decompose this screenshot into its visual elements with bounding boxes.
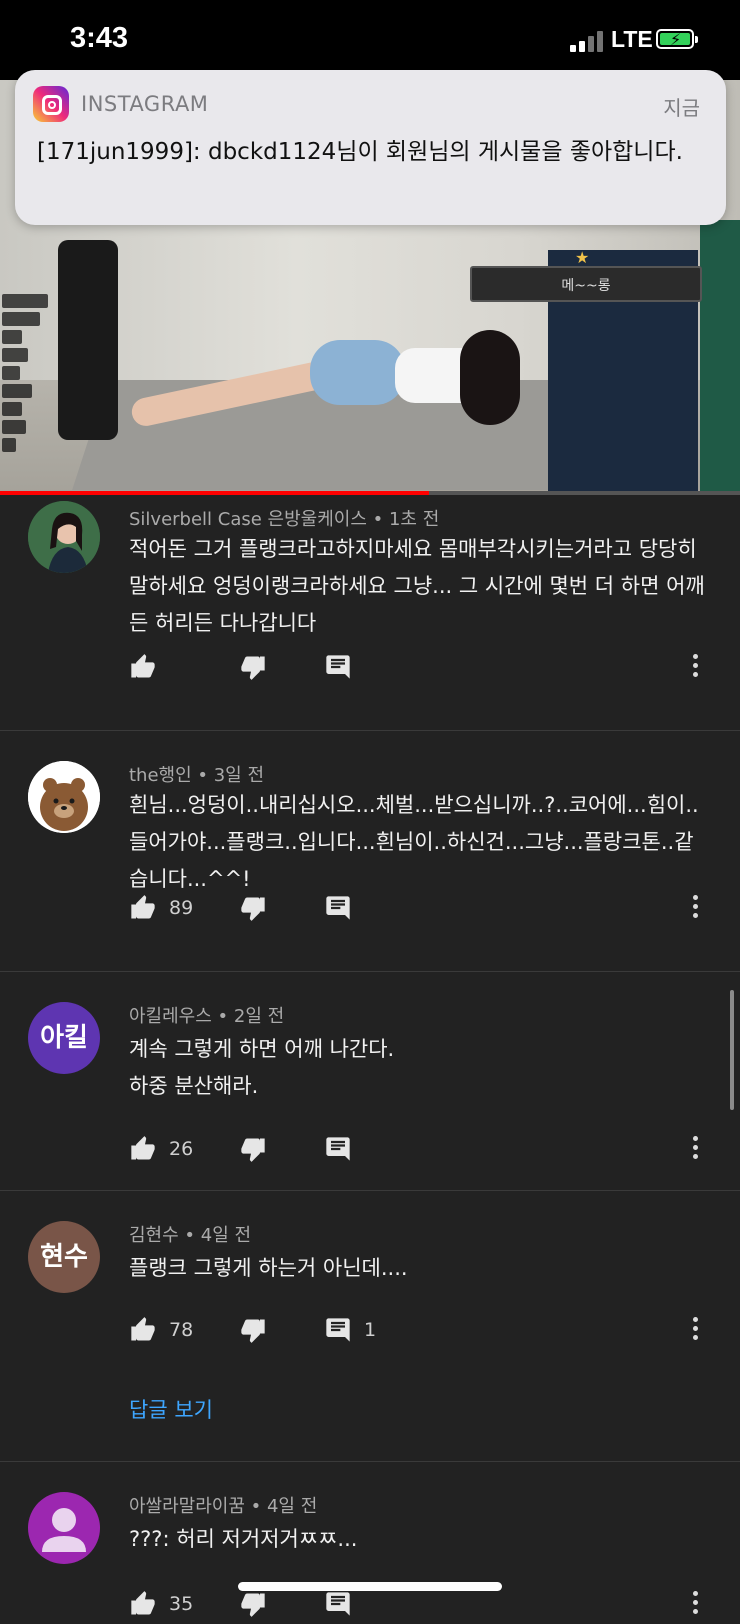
- thumbs-down-icon: [241, 1593, 265, 1617]
- like-button[interactable]: [129, 647, 169, 687]
- comment-author[interactable]: 아킬레우스: [129, 1006, 212, 1027]
- comment-meta: 김현수 • 4일 전: [129, 1225, 252, 1246]
- thumbs-down-icon: [241, 1319, 265, 1343]
- stream-chat-overlay: [2, 290, 50, 490]
- comment-author[interactable]: the행인: [129, 765, 192, 786]
- comment-item: 현수 김현수 • 4일 전 플랭크 그렇게 하는거 아닌데.... 78 1 답…: [0, 1191, 740, 1461]
- comment-time: 4일 전: [266, 1496, 318, 1517]
- reply-icon: [326, 896, 350, 920]
- like-count: 89: [169, 897, 194, 919]
- comment-text: 플랭크 그렇게 하는거 아닌데....: [129, 1256, 408, 1280]
- notification-message: [171jun1999]: dbckd1124님이 회원님의 게시물을 좋아합니…: [37, 139, 683, 165]
- notification-app-name: INSTAGRAM: [81, 92, 209, 116]
- reply-button[interactable]: [324, 1129, 364, 1169]
- more-vert-icon[interactable]: [690, 651, 700, 683]
- dislike-button[interactable]: [239, 1310, 267, 1350]
- star-icon: ★: [575, 248, 590, 267]
- dislike-button[interactable]: [239, 888, 267, 928]
- avatar[interactable]: [28, 761, 100, 833]
- reply-button[interactable]: [324, 888, 364, 928]
- avatar[interactable]: 현수: [28, 1221, 100, 1293]
- charging-bolt-icon: ⚡: [670, 30, 682, 49]
- view-replies-link[interactable]: 답글 보기: [129, 1394, 213, 1424]
- dislike-button[interactable]: [239, 647, 267, 687]
- reply-icon: [326, 1318, 350, 1342]
- reply-icon: [326, 1592, 350, 1616]
- comment-item: 아쌀라말라이꿈 • 4일 전 ???: 허리 저거저거ㅉㅉ... 35: [0, 1462, 740, 1617]
- reply-button[interactable]: 1: [324, 1310, 376, 1350]
- avatar[interactable]: [28, 1492, 100, 1564]
- more-vert-icon[interactable]: [690, 892, 700, 924]
- name-plate: 메~~롱: [470, 266, 702, 302]
- like-button[interactable]: 89: [129, 888, 193, 928]
- comment-item: the행인 • 3일 전 흰님...엉덩이..내리십시오...체벌...받으십니…: [0, 731, 740, 971]
- like-button[interactable]: 35: [129, 1584, 193, 1624]
- reply-icon: [326, 1137, 350, 1161]
- avatar[interactable]: 아킬: [28, 1002, 100, 1074]
- instagram-notification[interactable]: INSTAGRAM 지금 [171jun1999]: dbckd1124님이 회…: [15, 70, 726, 225]
- thumbs-up-icon: [131, 895, 155, 919]
- like-count: 26: [169, 1138, 194, 1160]
- signal-icon: [570, 30, 604, 52]
- reply-icon: [326, 655, 350, 679]
- comment-text: 계속 그렇게 하면 어깨 나간다. 하중 분산해라.: [129, 1031, 709, 1105]
- comment-actions: 26: [129, 1129, 729, 1169]
- thumbs-down-icon: [241, 897, 265, 921]
- network-type: LTE: [611, 26, 653, 52]
- default-user-icon: [42, 1508, 86, 1552]
- avatar[interactable]: [28, 501, 100, 573]
- comment-time: 4일 전: [200, 1225, 252, 1246]
- thumbs-down-icon: [241, 656, 265, 680]
- instagram-icon: [33, 86, 69, 122]
- comment-item: 아킬 아킬레우스 • 2일 전 계속 그렇게 하면 어깨 나간다. 하중 분산해…: [0, 972, 740, 1190]
- like-button[interactable]: 26: [129, 1129, 193, 1169]
- like-count: 78: [169, 1319, 194, 1341]
- reply-count: 1: [364, 1319, 377, 1341]
- comment-item: Silverbell Case 은방울케이스 • 1초 전 적어돈 그거 플랭크…: [0, 495, 740, 730]
- thumbs-up-icon: [131, 1591, 155, 1615]
- like-count: 35: [169, 1593, 194, 1615]
- more-vert-icon[interactable]: [690, 1314, 700, 1346]
- comment-meta: 아킬레우스 • 2일 전: [129, 1006, 285, 1027]
- reply-button[interactable]: [324, 647, 364, 687]
- comment-meta: the행인 • 3일 전: [129, 765, 265, 786]
- more-vert-icon[interactable]: [690, 1588, 700, 1620]
- thumbs-up-icon: [131, 654, 155, 678]
- comment-text: 적어돈 그거 플랭크라고하지마세요 몸매부각시키는거라고 당당히 말하세요 엉덩…: [129, 537, 705, 635]
- like-button[interactable]: 78: [129, 1310, 193, 1350]
- comment-meta: Silverbell Case 은방울케이스 • 1초 전: [129, 509, 440, 530]
- comment-time: 1초 전: [388, 509, 440, 530]
- microphone-stand: [58, 240, 118, 440]
- comment-text-line: 계속 그렇게 하면 어깨 나간다.: [129, 1037, 395, 1061]
- scrollbar[interactable]: [730, 990, 734, 1110]
- thumbs-up-icon: [131, 1317, 155, 1341]
- comment-actions: [129, 647, 729, 687]
- comment-author[interactable]: 아쌀라말라이꿈: [129, 1496, 245, 1517]
- battery-icon: ⚡: [656, 29, 698, 49]
- comment-author[interactable]: Silverbell Case 은방울케이스: [129, 509, 367, 530]
- comment-actions: 78 1: [129, 1310, 729, 1350]
- clock: 3:43: [70, 22, 129, 54]
- comment-text-line: 하중 분산해라.: [129, 1074, 259, 1098]
- status-bar: 3:43 LTE ⚡: [0, 0, 740, 80]
- more-vert-icon[interactable]: [690, 1133, 700, 1165]
- thumbs-up-icon: [131, 1136, 155, 1160]
- comment-time: 2일 전: [233, 1006, 285, 1027]
- video-figure: [129, 330, 520, 429]
- comment-meta: 아쌀라말라이꿈 • 4일 전: [129, 1496, 318, 1517]
- comment-actions: 89: [129, 888, 729, 928]
- comment-author[interactable]: 김현수: [129, 1225, 179, 1246]
- notification-time: 지금: [663, 96, 700, 120]
- home-indicator[interactable]: [238, 1582, 502, 1591]
- comment-text: ???: 허리 저거저거ㅉㅉ...: [129, 1527, 358, 1551]
- comment-text: 흰님...엉덩이..내리십시오...체벌...받으십니까..?..코어에...힘…: [129, 793, 699, 891]
- comment-time: 3일 전: [213, 765, 265, 786]
- thumbs-down-icon: [241, 1138, 265, 1162]
- dislike-button[interactable]: [239, 1129, 267, 1169]
